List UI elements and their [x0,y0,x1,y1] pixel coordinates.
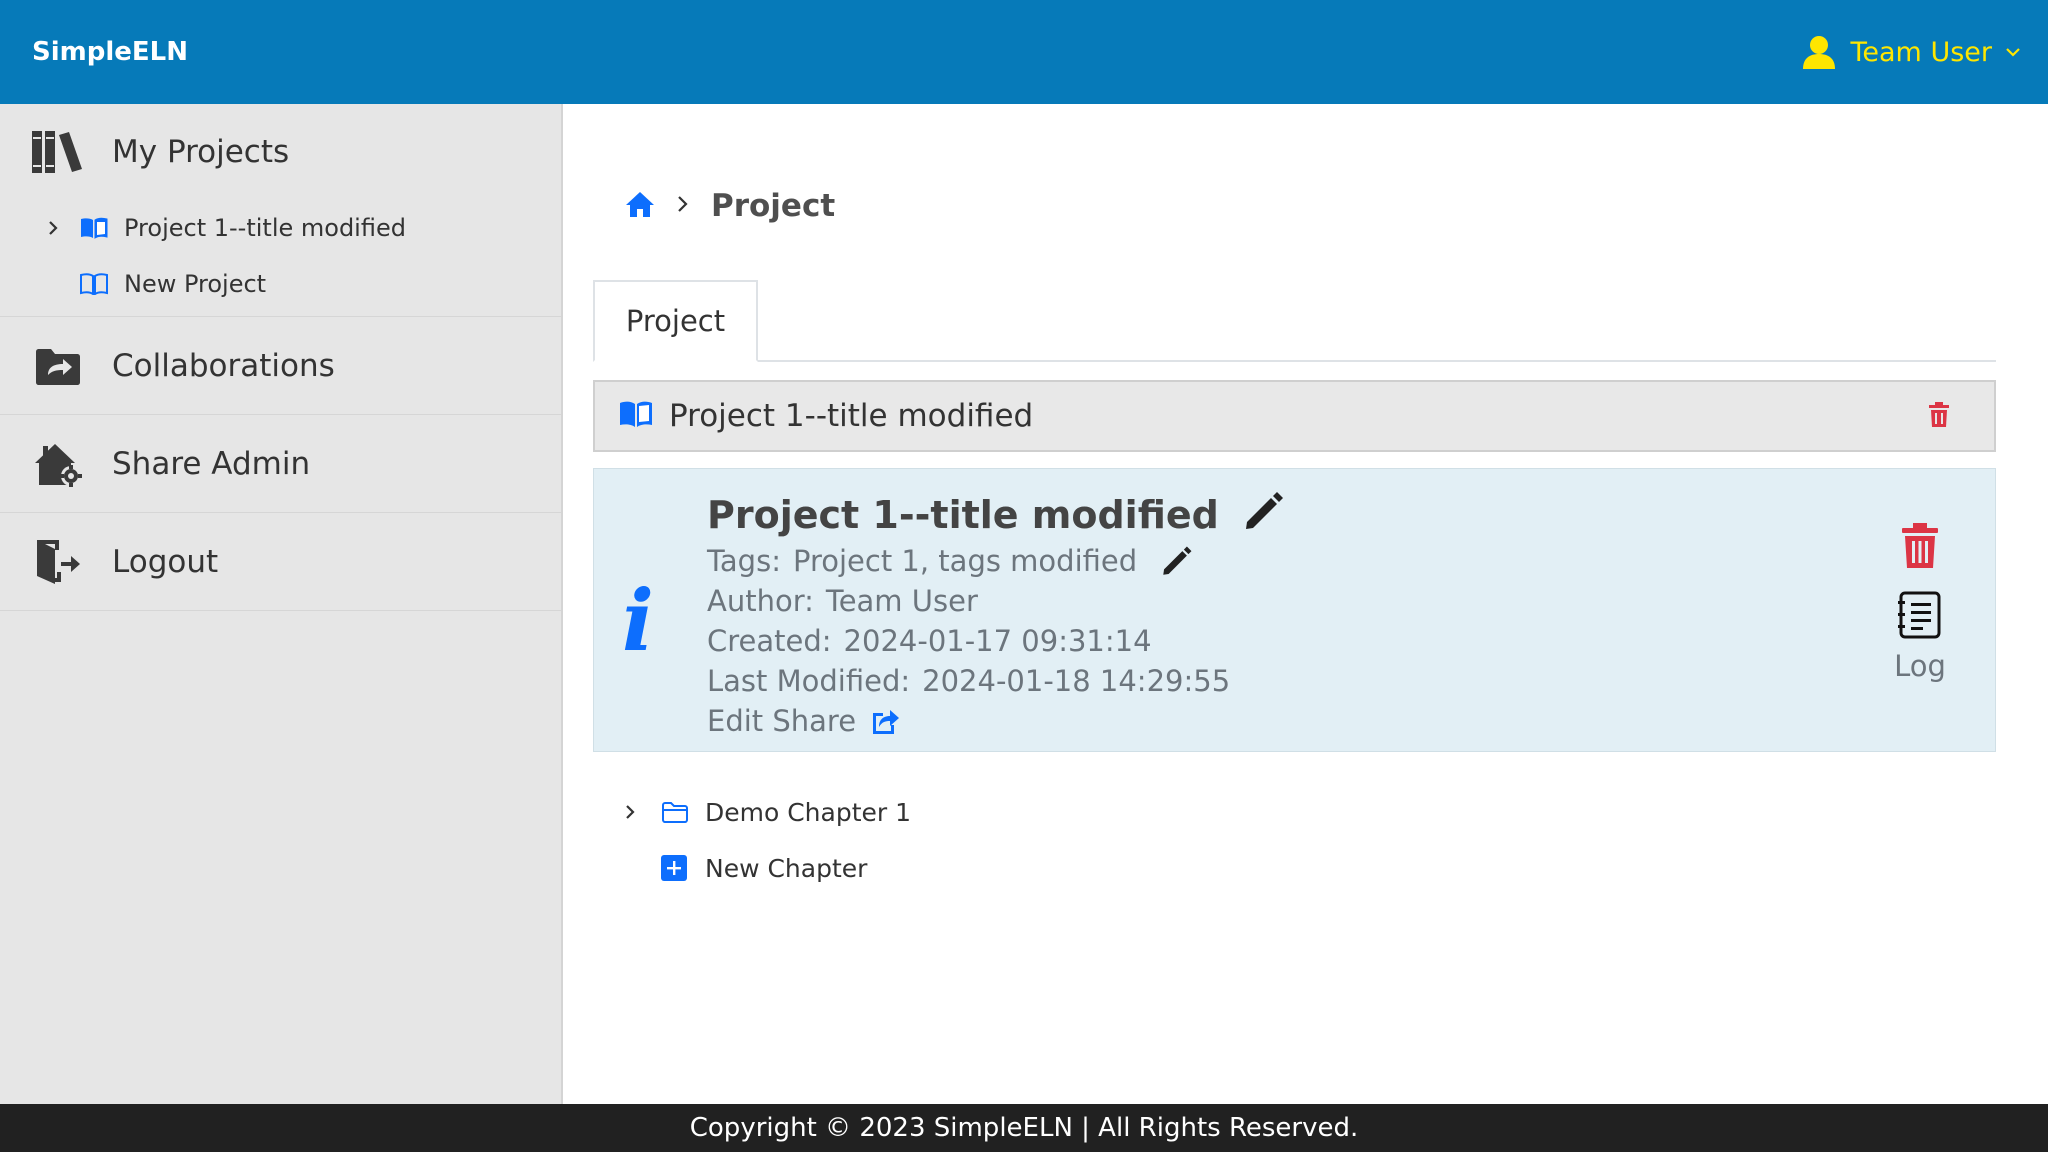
edit-share-link[interactable]: Edit Share [707,704,856,738]
footer: Copyright © 2023 SimpleELN | All Rights … [0,1104,2048,1152]
trash-icon[interactable] [1900,523,1940,569]
log-label[interactable]: Log [1894,649,1946,683]
sidebar-item-label: Logout [112,543,219,580]
folder-icon [661,801,689,823]
info-icon: i [622,571,654,670]
chevron-right-icon [677,195,689,217]
new-chapter-item[interactable]: New Chapter [625,840,911,896]
books-icon [32,126,84,178]
project-title-row: Project 1--title modified [707,489,1285,541]
modified-label: Last Modified: [707,664,911,698]
created-label: Created: [707,624,832,658]
modified-value: 2024-01-18 14:29:55 [922,664,1231,698]
open-book-outline-icon [80,273,110,295]
chevron-right-icon[interactable] [625,804,641,820]
open-book-icon [619,400,653,432]
sidebar-new-project[interactable]: New Project [0,256,561,312]
pencil-icon[interactable] [1243,490,1285,541]
main-content: Project Project Project 1--title modifie… [565,104,2048,1104]
tab-bar: Project [593,280,1996,362]
breadcrumb-current: Project [711,188,836,224]
project-header-bar: Project 1--title modified [593,380,1996,452]
project-bar-title: Project 1--title modified [669,398,1034,434]
tags-row: Tags: Project 1, tags modified [707,541,1285,581]
breadcrumb: Project [625,188,835,224]
author-row: Author: Team User [707,581,1285,621]
shared-folder-icon [32,340,84,392]
author-label: Author: [707,584,814,618]
sidebar-item-collaborations[interactable]: Collaborations [0,317,561,415]
open-book-icon [80,217,110,239]
project-title: Project 1--title modified [707,493,1219,537]
sidebar-item-share-admin[interactable]: Share Admin [0,415,561,513]
chapter-label: Demo Chapter 1 [705,797,912,827]
copyright-text: Copyright © 2023 SimpleELN | All Rights … [689,1113,1359,1143]
sidebar-item-my-projects[interactable]: My Projects [0,104,561,200]
user-name: Team User [1850,36,1993,68]
trash-icon[interactable] [1928,402,1950,432]
pencil-icon[interactable] [1161,545,1193,577]
brand-logo[interactable]: SimpleELN [32,37,188,67]
sidebar-item-logout[interactable]: Logout [0,513,561,611]
chevron-down-icon [2006,47,2020,57]
user-menu[interactable]: Team User [1801,34,2021,70]
sidebar-new-project-label: New Project [124,270,267,298]
chapter-list: Demo Chapter 1 New Chapter [625,784,911,896]
home-icon[interactable] [625,190,655,222]
edit-share-row: Edit Share [707,701,1285,741]
sidebar-item-label: My Projects [112,134,290,170]
log-notebook-icon[interactable] [1897,591,1943,639]
project-actions: Log [1885,523,1955,683]
sidebar-project-label: Project 1--title modified [124,214,406,242]
author-value: Team User [825,584,978,618]
created-row: Created: 2024-01-17 09:31:14 [707,621,1285,661]
logout-door-icon [32,536,84,588]
new-chapter-label: New Chapter [705,853,868,883]
house-gear-icon [32,438,84,490]
created-value: 2024-01-17 09:31:14 [843,624,1152,658]
sidebar: My Projects Project 1--title modified Ne… [0,104,563,1104]
share-icon[interactable] [870,707,900,735]
tags-label: Tags: [707,544,781,578]
chevron-right-icon[interactable] [48,220,64,236]
sidebar-item-label: Share Admin [112,445,311,482]
project-info-details: Project 1--title modified Tags: Project … [707,489,1285,741]
modified-row: Last Modified: 2024-01-18 14:29:55 [707,661,1285,701]
plus-square-icon [661,855,689,881]
top-navbar: SimpleELN Team User [0,0,2048,104]
sidebar-project-item[interactable]: Project 1--title modified [0,200,561,256]
project-info-panel: i Project 1--title modified Tags: Projec… [593,468,1996,752]
user-icon [1801,34,1837,70]
tab-project[interactable]: Project [593,280,758,362]
sidebar-item-label: Collaborations [112,347,335,384]
tags-value: Project 1, tags modified [792,544,1138,578]
chapter-item[interactable]: Demo Chapter 1 [625,784,911,840]
my-projects-group: My Projects Project 1--title modified Ne… [0,104,561,317]
